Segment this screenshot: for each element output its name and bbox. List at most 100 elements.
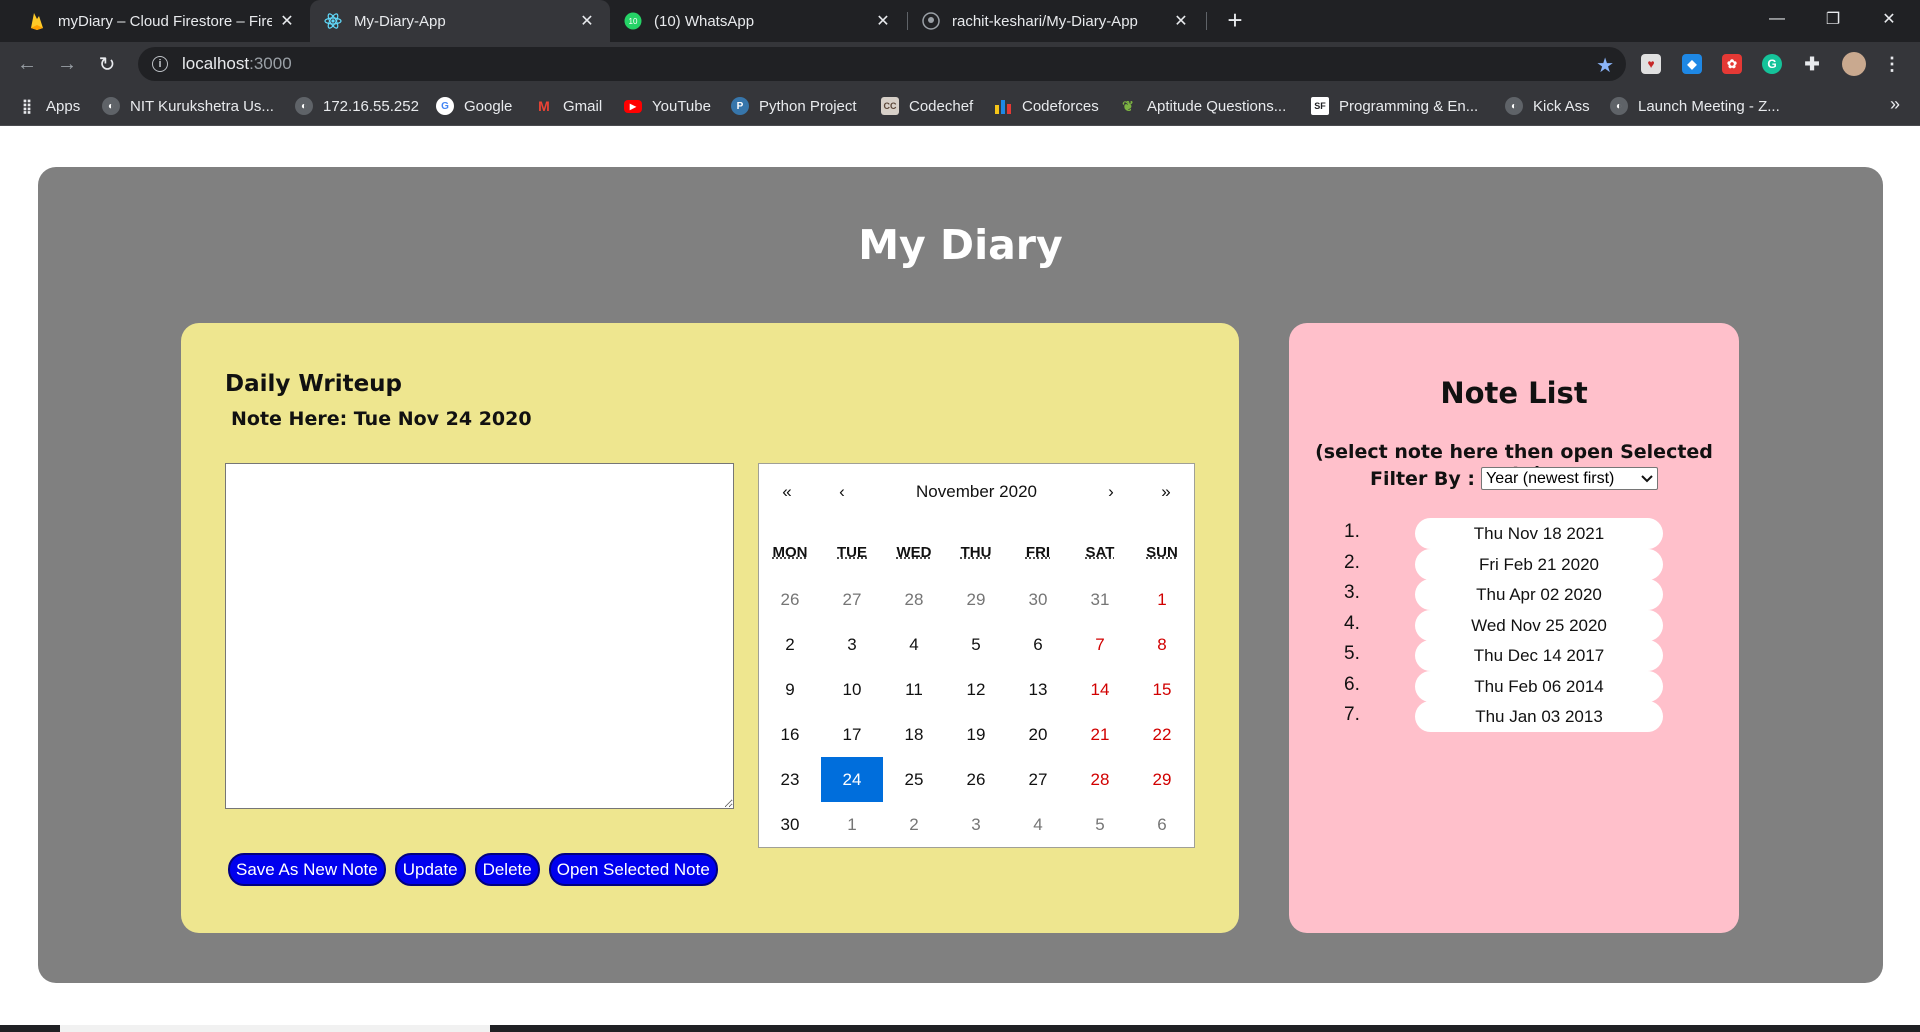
calendar-day[interactable]: 18 xyxy=(883,712,945,757)
next-month-button[interactable]: › xyxy=(1091,478,1131,506)
note-list-item[interactable]: 6. Thu Feb 06 2014 xyxy=(1289,671,1739,702)
calendar-day[interactable]: 29 xyxy=(1131,757,1193,802)
calendar-day[interactable]: 3 xyxy=(821,622,883,667)
calendar-day[interactable]: 3 xyxy=(945,802,1007,847)
bookmarks-overflow-icon[interactable]: » xyxy=(1890,94,1900,115)
bookmark-apps[interactable]: ⣿ Apps xyxy=(18,96,80,116)
restore-icon[interactable]: ❐ xyxy=(1810,0,1856,38)
bookmark-aptitude[interactable]: ❦ Aptitude Questions... xyxy=(1119,96,1286,116)
cube-extension-icon[interactable]: ◆ xyxy=(1682,54,1702,74)
filter-select[interactable]: Year (newest first) xyxy=(1481,467,1659,490)
tab-github[interactable]: rachit-keshari/My-Diary-App ✕ xyxy=(908,0,1204,42)
address-bar[interactable]: i localhost:3000 ★ xyxy=(138,47,1626,81)
note-date-button[interactable]: Thu Nov 18 2021 xyxy=(1415,518,1663,549)
horizontal-scrollbar[interactable] xyxy=(0,1025,1920,1032)
calendar-day[interactable]: 21 xyxy=(1069,712,1131,757)
calendar-day[interactable]: 4 xyxy=(883,622,945,667)
calendar-day-selected[interactable]: 24 xyxy=(821,757,883,802)
bookmark-nit[interactable]: ◐ NIT Kurukshetra Us... xyxy=(102,96,274,116)
menu-kebab-icon[interactable]: ⋮ xyxy=(1882,54,1902,74)
calendar-day[interactable]: 15 xyxy=(1131,667,1193,712)
calendar-day[interactable]: 23 xyxy=(759,757,821,802)
calendar-month-label[interactable]: November 2020 xyxy=(879,478,1074,506)
note-date-button[interactable]: Wed Nov 25 2020 xyxy=(1415,610,1663,641)
calendar-day[interactable]: 1 xyxy=(1131,577,1193,622)
grammarly-extension-icon[interactable]: G xyxy=(1762,54,1782,74)
puzzle-red-extension-icon[interactable]: ✿ xyxy=(1722,54,1742,74)
bookmark-codeforces[interactable]: Codeforces xyxy=(994,96,1099,116)
note-list-item[interactable]: 5. Thu Dec 14 2017 xyxy=(1289,640,1739,671)
calendar-day[interactable]: 27 xyxy=(1007,757,1069,802)
calendar-day[interactable]: 28 xyxy=(1069,757,1131,802)
calendar-day[interactable]: 6 xyxy=(1007,622,1069,667)
note-list-item[interactable]: 3. Thu Apr 02 2020 xyxy=(1289,579,1739,610)
calendar-day[interactable]: 25 xyxy=(883,757,945,802)
calendar-day[interactable]: 22 xyxy=(1131,712,1193,757)
close-window-icon[interactable]: ✕ xyxy=(1866,0,1912,38)
calendar-day[interactable]: 6 xyxy=(1131,802,1193,847)
calendar-day[interactable]: 4 xyxy=(1007,802,1069,847)
calendar-day[interactable]: 2 xyxy=(883,802,945,847)
calendar-day[interactable]: 19 xyxy=(945,712,1007,757)
note-date-button[interactable]: Thu Jan 03 2013 xyxy=(1415,701,1663,732)
prev-month-button[interactable]: ‹ xyxy=(822,478,862,506)
tab-my-diary-app[interactable]: My-Diary-App ✕ xyxy=(310,0,610,42)
calendar-day[interactable]: 27 xyxy=(821,577,883,622)
calendar-day[interactable]: 13 xyxy=(1007,667,1069,712)
calendar-day[interactable]: 28 xyxy=(883,577,945,622)
tab-firebase[interactable]: myDiary – Cloud Firestore – Fireb ✕ xyxy=(14,0,310,42)
profile-avatar[interactable] xyxy=(1842,52,1866,76)
calendar-day[interactable]: 10 xyxy=(821,667,883,712)
note-date-button[interactable]: Thu Dec 14 2017 xyxy=(1415,640,1663,671)
bookmark-programming[interactable]: SF Programming & En... xyxy=(1311,96,1478,116)
note-list-item[interactable]: 7. Thu Jan 03 2013 xyxy=(1289,701,1739,732)
calendar-day[interactable]: 2 xyxy=(759,622,821,667)
calendar-day[interactable]: 30 xyxy=(759,802,821,847)
save-as-new-note-button[interactable]: Save As New Note xyxy=(228,853,386,886)
note-date-button[interactable]: Fri Feb 21 2020 xyxy=(1415,549,1663,580)
note-date-button[interactable]: Thu Apr 02 2020 xyxy=(1415,579,1663,610)
prev-year-button[interactable]: « xyxy=(767,478,807,506)
bookmark-youtube[interactable]: ▶ YouTube xyxy=(624,96,711,116)
note-list-item[interactable]: 1. Thu Nov 18 2021 xyxy=(1289,518,1739,549)
scrollbar-thumb[interactable] xyxy=(60,1025,490,1032)
calendar-day[interactable]: 12 xyxy=(945,667,1007,712)
bookmark-google[interactable]: G Google xyxy=(436,96,512,116)
bookmark-ip[interactable]: ◐ 172.16.55.252 xyxy=(295,96,419,116)
bookmark-codechef[interactable]: CC Codechef xyxy=(881,96,973,116)
minimize-icon[interactable]: — xyxy=(1754,0,1800,38)
calendar-day[interactable]: 9 xyxy=(759,667,821,712)
calendar-day[interactable]: 16 xyxy=(759,712,821,757)
close-icon[interactable]: ✕ xyxy=(1172,12,1190,30)
open-selected-note-button[interactable]: Open Selected Note xyxy=(548,853,718,886)
delete-button[interactable]: Delete xyxy=(474,853,540,886)
forward-icon[interactable]: → xyxy=(54,51,80,77)
calendar-day[interactable]: 29 xyxy=(945,577,1007,622)
bookmark-kick-ass[interactable]: ◐ Kick Ass xyxy=(1505,96,1590,116)
calendar-day[interactable]: 5 xyxy=(945,622,1007,667)
bookmark-star-icon[interactable]: ★ xyxy=(1596,53,1614,78)
new-tab-button[interactable]: + xyxy=(1222,7,1248,34)
calendar-day[interactable]: 26 xyxy=(945,757,1007,802)
calendar-day[interactable]: 14 xyxy=(1069,667,1131,712)
close-icon[interactable]: ✕ xyxy=(874,12,892,30)
reload-icon[interactable]: ↻ xyxy=(94,51,120,77)
calendar-day[interactable]: 8 xyxy=(1131,622,1193,667)
bookmark-launch-meeting[interactable]: ◐ Launch Meeting - Z... xyxy=(1610,96,1780,116)
calendar-day[interactable]: 7 xyxy=(1069,622,1131,667)
calendar-day[interactable]: 5 xyxy=(1069,802,1131,847)
info-icon[interactable]: i xyxy=(152,56,168,72)
update-button[interactable]: Update xyxy=(394,853,466,886)
calendar-day[interactable]: 20 xyxy=(1007,712,1069,757)
bookmark-gmail[interactable]: M Gmail xyxy=(535,96,602,116)
back-icon[interactable]: ← xyxy=(14,51,40,77)
note-textarea[interactable] xyxy=(225,463,734,809)
next-year-button[interactable]: » xyxy=(1146,478,1186,506)
calendar-day[interactable]: 31 xyxy=(1069,577,1131,622)
calendar-day[interactable]: 17 xyxy=(821,712,883,757)
note-list-item[interactable]: 2. Fri Feb 21 2020 xyxy=(1289,549,1739,580)
close-icon[interactable]: ✕ xyxy=(578,12,596,30)
note-list-item[interactable]: 4. Wed Nov 25 2020 xyxy=(1289,610,1739,641)
close-icon[interactable]: ✕ xyxy=(278,12,296,30)
note-date-button[interactable]: Thu Feb 06 2014 xyxy=(1415,671,1663,702)
